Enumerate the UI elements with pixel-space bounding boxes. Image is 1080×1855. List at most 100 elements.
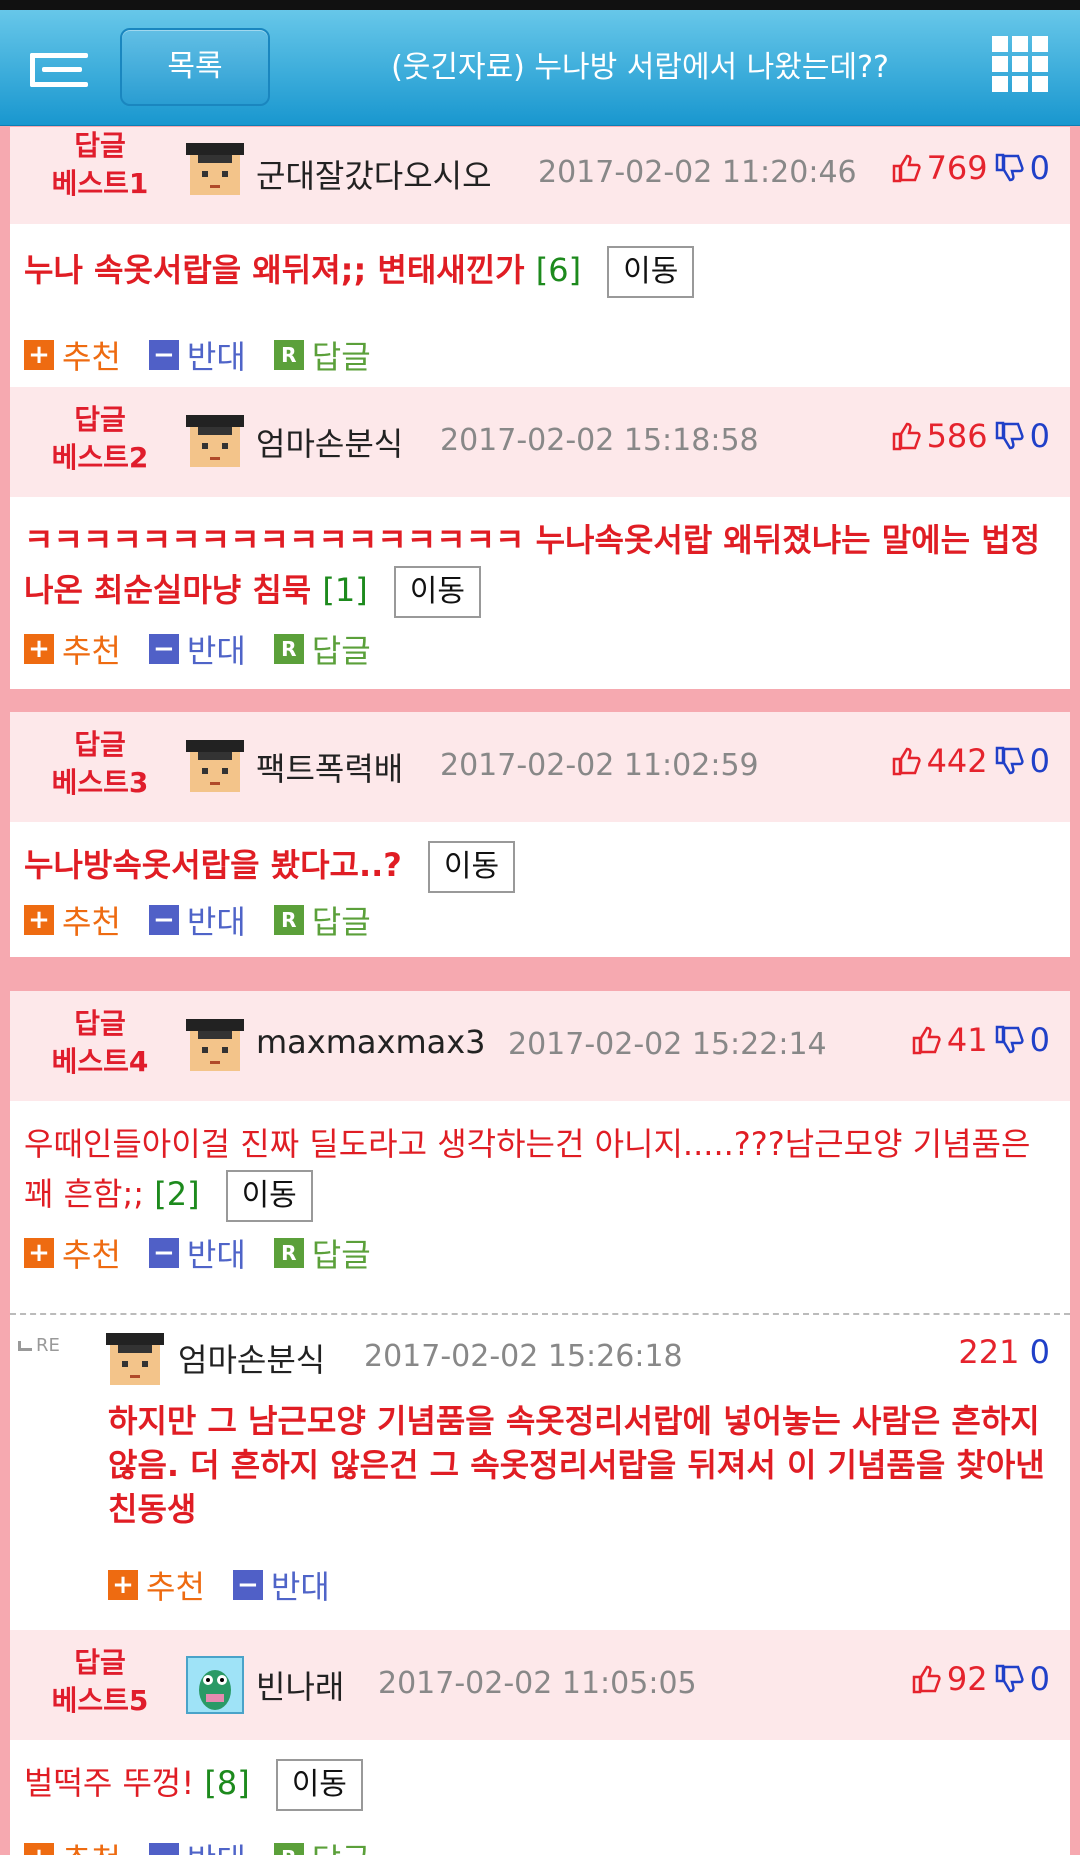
move-button[interactable]: 이동 (275, 1759, 363, 1811)
vote-score: 92 0 (911, 1660, 1050, 1698)
rank-label: 답글 베스트1 (51, 129, 149, 200)
top-bar: 목록 (웃긴자료) 누나방 서랍에서 나왔는데?? (0, 10, 1080, 126)
thumb-up-icon (892, 747, 921, 776)
thumb-down-icon (995, 421, 1024, 450)
move-button[interactable]: 이동 (607, 246, 695, 298)
comment-text: 벌떡주 뚜껑! [8] 이동 (24, 1758, 1054, 1811)
reply-comment: RE 엄마손분식 2017-02-02 15:26:18 221 0 하지만 그… (10, 1313, 1070, 1639)
thumb-down-icon (995, 746, 1024, 775)
move-button[interactable]: 이동 (427, 841, 516, 893)
oppose-button[interactable]: −반대 (148, 626, 246, 672)
reply-button[interactable]: R답글 (273, 1835, 371, 1855)
oppose-button[interactable]: −반대 (148, 332, 246, 378)
reply-actions: + 추천 − 반대 (108, 1563, 358, 1607)
reply-button[interactable]: R답글 (273, 897, 371, 943)
avatar (186, 1019, 244, 1071)
minus-icon: − (148, 1843, 179, 1855)
minus-icon: − (232, 1570, 263, 1600)
rank-label: 답글 베스트2 (51, 403, 149, 474)
comment-header: 답글 베스트1 군대잘갔다오시오 2017-02-02 11:20:46 769 … (10, 127, 1070, 224)
minus-icon: − (148, 905, 179, 935)
vote-score: 769 0 (891, 149, 1050, 187)
comment-date: 2017-02-02 11:02:59 (440, 748, 759, 783)
vote-score: 41 0 (911, 1021, 1050, 1059)
comment-actions: +추천 −반대 R답글 (24, 898, 399, 942)
comment-actions: +추천 −반대 R답글 (24, 1836, 399, 1855)
reply-count: [1] (322, 571, 368, 609)
rank-label: 답글 베스트3 (51, 728, 149, 799)
thumb-down-icon (995, 153, 1024, 182)
reply-r-icon: R (273, 634, 304, 664)
grid-apps-icon[interactable] (992, 36, 1048, 92)
nickname[interactable]: 군대잘갔다오시오 (256, 151, 492, 197)
oppose-button[interactable]: −반대 (232, 1562, 330, 1608)
comment-header: 답글 베스트5 빈나래 2017-02-02 11:05:05 92 0 (10, 1630, 1070, 1740)
thumb-down-icon (995, 1664, 1024, 1693)
thumb-up-icon (912, 1665, 941, 1694)
best-comment-2: 답글 베스트2 엄마손분식 2017-02-02 15:18:58 586 0 ㅋ… (10, 387, 1070, 689)
thumb-up-icon (892, 422, 921, 451)
comment-header: 답글 베스트4 maxmaxmax3 2017-02-02 15:22:14 41… (10, 991, 1070, 1101)
comment-date: 2017-02-02 15:22:14 (508, 1027, 827, 1062)
reply-count: [2] (154, 1175, 200, 1213)
rank-label: 답글 베스트5 (51, 1646, 149, 1717)
minus-icon: − (148, 340, 179, 370)
menu-list-icon[interactable] (30, 53, 88, 87)
nickname[interactable]: 팩트폭력배 (256, 744, 403, 790)
reply-r-icon: R (273, 1238, 304, 1268)
reply-r-icon: R (273, 1843, 304, 1855)
avatar (186, 740, 244, 792)
reply-button[interactable]: R답글 (273, 332, 371, 378)
recommend-button[interactable]: +추천 (24, 897, 121, 943)
nickname[interactable]: 엄마손분식 (178, 1335, 325, 1381)
comment-date: 2017-02-02 11:20:46 (538, 155, 857, 190)
comment-text: 누나방속옷서랍을 봤다고..? 이동 (24, 840, 1054, 893)
nickname[interactable]: 엄마손분식 (256, 419, 403, 465)
reply-count: [6] (535, 251, 582, 289)
oppose-button[interactable]: −반대 (148, 1230, 246, 1276)
status-bar (0, 0, 1080, 10)
minus-icon: − (148, 1238, 179, 1268)
recommend-button[interactable]: +추천 (24, 626, 121, 672)
thumb-up-icon (892, 154, 921, 183)
reply-button[interactable]: R답글 (273, 1230, 371, 1276)
comment-header: 답글 베스트2 엄마손분식 2017-02-02 15:18:58 586 0 (10, 387, 1070, 497)
nickname[interactable]: 빈나래 (256, 1662, 344, 1708)
nickname[interactable]: maxmaxmax3 (256, 1023, 486, 1061)
vote-score: 586 0 (891, 417, 1050, 455)
comment-list: 답글 베스트1 군대잘갔다오시오 2017-02-02 11:20:46 769 … (0, 127, 1080, 1855)
comment-text: 우때인들아이걸 진짜 딜도라고 생각하는건 아니지.....???남근모양 기념… (24, 1119, 1054, 1222)
recommend-button[interactable]: +추천 (24, 1835, 121, 1855)
plus-icon: + (24, 1238, 54, 1268)
rank-label: 답글 베스트4 (51, 1007, 149, 1078)
list-button[interactable]: 목록 (120, 28, 270, 106)
avatar (186, 143, 244, 195)
move-button[interactable]: 이동 (225, 1170, 313, 1222)
reply-text: 하지만 그 남근모양 기념품을 속옷정리서랍에 넣어놓는 사람은 흔하지 않음.… (108, 1402, 1045, 1528)
reply-r-icon: R (273, 340, 304, 370)
comment-header: 답글 베스트3 팩트폭력배 2017-02-02 11:02:59 442 0 (10, 712, 1070, 822)
comment-text: ㅋㅋㅋㅋㅋㅋㅋㅋㅋㅋㅋㅋㅋㅋㅋㅋㅋ 누나속옷서랍 왜뒤졌냐는 말에는 법정나온 … (24, 515, 1054, 618)
recommend-button[interactable]: +추천 (24, 332, 121, 378)
reply-button[interactable]: R답글 (273, 626, 371, 672)
reply-r-icon: R (273, 905, 304, 935)
comment-actions: +추천 −반대 R답글 (24, 333, 399, 377)
move-button[interactable]: 이동 (393, 566, 481, 618)
plus-icon: + (24, 340, 54, 370)
oppose-button[interactable]: −반대 (148, 897, 246, 943)
comment-date: 2017-02-02 15:26:18 (364, 1339, 683, 1374)
comment-text: 누나 속옷서랍을 왜뒤져;; 변태새낀가 [6] 이동 (24, 245, 1054, 298)
thumb-down-icon (995, 1025, 1024, 1054)
plus-icon: + (24, 905, 54, 935)
page-title: (웃긴자료) 누나방 서랍에서 나왔는데?? (391, 50, 889, 85)
comment-date: 2017-02-02 15:18:58 (440, 423, 759, 458)
vote-score: 221 0 (958, 1333, 1050, 1371)
best-comment-3: 답글 베스트3 팩트폭력배 2017-02-02 11:02:59 442 0 누… (10, 712, 1070, 957)
recommend-button[interactable]: +추천 (24, 1230, 121, 1276)
oppose-button[interactable]: −반대 (148, 1835, 246, 1855)
recommend-button[interactable]: +추천 (108, 1562, 205, 1608)
thumb-up-icon (912, 1026, 941, 1055)
avatar (186, 1656, 244, 1714)
best-comment-5: 답글 베스트5 빈나래 2017-02-02 11:05:05 92 0 벌떡주 … (10, 1630, 1070, 1855)
minus-icon: − (148, 634, 179, 664)
